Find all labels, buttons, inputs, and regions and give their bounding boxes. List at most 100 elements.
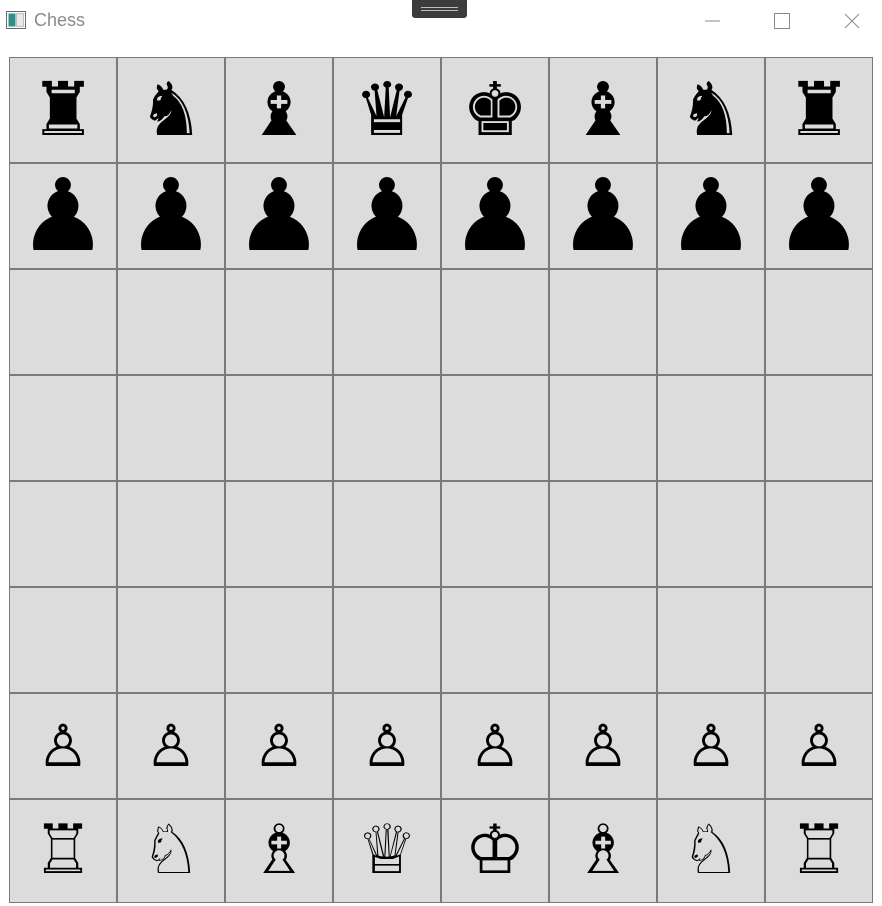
white-bishop-icon[interactable]: ♗ xyxy=(249,817,310,885)
black-pawn-icon[interactable]: ♟ xyxy=(450,166,540,266)
square-h3[interactable] xyxy=(765,587,873,693)
square-b1[interactable]: ♘ xyxy=(117,799,225,903)
square-a4[interactable] xyxy=(9,481,117,587)
white-rook-icon[interactable]: ♖ xyxy=(789,817,850,885)
black-rook-icon[interactable]: ♜ xyxy=(786,73,852,147)
square-d5[interactable] xyxy=(333,375,441,481)
black-pawn-icon[interactable]: ♟ xyxy=(18,166,108,266)
square-h7[interactable]: ♟ xyxy=(765,163,873,269)
square-e8[interactable]: ♚ xyxy=(441,57,549,163)
square-a5[interactable] xyxy=(9,375,117,481)
square-h4[interactable] xyxy=(765,481,873,587)
square-d2[interactable]: ♙ xyxy=(333,693,441,799)
square-h5[interactable] xyxy=(765,375,873,481)
square-a3[interactable] xyxy=(9,587,117,693)
square-g5[interactable] xyxy=(657,375,765,481)
square-f8[interactable]: ♝ xyxy=(549,57,657,163)
black-pawn-icon[interactable]: ♟ xyxy=(666,166,756,266)
maximize-icon[interactable] xyxy=(762,6,802,36)
white-rook-icon[interactable]: ♖ xyxy=(33,817,94,885)
square-b5[interactable] xyxy=(117,375,225,481)
square-b4[interactable] xyxy=(117,481,225,587)
white-bishop-icon[interactable]: ♗ xyxy=(573,817,634,885)
black-pawn-icon[interactable]: ♟ xyxy=(126,166,216,266)
square-a1[interactable]: ♖ xyxy=(9,799,117,903)
square-e2[interactable]: ♙ xyxy=(441,693,549,799)
drag-handle[interactable] xyxy=(412,0,467,18)
square-f1[interactable]: ♗ xyxy=(549,799,657,903)
square-f5[interactable] xyxy=(549,375,657,481)
black-king-icon[interactable]: ♚ xyxy=(462,73,528,147)
square-c1[interactable]: ♗ xyxy=(225,799,333,903)
square-a6[interactable] xyxy=(9,269,117,375)
square-g8[interactable]: ♞ xyxy=(657,57,765,163)
square-h2[interactable]: ♙ xyxy=(765,693,873,799)
black-bishop-icon[interactable]: ♝ xyxy=(246,73,312,147)
square-d1[interactable]: ♕ xyxy=(333,799,441,903)
white-knight-icon[interactable]: ♘ xyxy=(141,817,202,885)
square-g6[interactable] xyxy=(657,269,765,375)
square-h8[interactable]: ♜ xyxy=(765,57,873,163)
black-pawn-icon[interactable]: ♟ xyxy=(342,166,432,266)
square-a7[interactable]: ♟ xyxy=(9,163,117,269)
square-c4[interactable] xyxy=(225,481,333,587)
square-e5[interactable] xyxy=(441,375,549,481)
square-f6[interactable] xyxy=(549,269,657,375)
square-c8[interactable]: ♝ xyxy=(225,57,333,163)
square-f2[interactable]: ♙ xyxy=(549,693,657,799)
black-pawn-icon[interactable]: ♟ xyxy=(558,166,648,266)
square-c7[interactable]: ♟ xyxy=(225,163,333,269)
white-pawn-icon[interactable]: ♙ xyxy=(361,717,413,775)
square-e3[interactable] xyxy=(441,587,549,693)
white-knight-icon[interactable]: ♘ xyxy=(681,817,742,885)
square-e4[interactable] xyxy=(441,481,549,587)
square-a2[interactable]: ♙ xyxy=(9,693,117,799)
square-d7[interactable]: ♟ xyxy=(333,163,441,269)
square-b2[interactable]: ♙ xyxy=(117,693,225,799)
square-a8[interactable]: ♜ xyxy=(9,57,117,163)
square-e7[interactable]: ♟ xyxy=(441,163,549,269)
black-knight-icon[interactable]: ♞ xyxy=(678,73,744,147)
white-pawn-icon[interactable]: ♙ xyxy=(793,717,845,775)
white-pawn-icon[interactable]: ♙ xyxy=(37,717,89,775)
square-g7[interactable]: ♟ xyxy=(657,163,765,269)
black-queen-icon[interactable]: ♛ xyxy=(354,73,420,147)
square-d8[interactable]: ♛ xyxy=(333,57,441,163)
white-queen-icon[interactable]: ♕ xyxy=(357,817,418,885)
square-b6[interactable] xyxy=(117,269,225,375)
black-rook-icon[interactable]: ♜ xyxy=(30,73,96,147)
close-icon[interactable] xyxy=(832,6,872,36)
square-g4[interactable] xyxy=(657,481,765,587)
square-b7[interactable]: ♟ xyxy=(117,163,225,269)
white-pawn-icon[interactable]: ♙ xyxy=(145,717,197,775)
square-h1[interactable]: ♖ xyxy=(765,799,873,903)
square-f3[interactable] xyxy=(549,587,657,693)
minimize-icon[interactable] xyxy=(692,6,732,36)
square-f4[interactable] xyxy=(549,481,657,587)
square-e6[interactable] xyxy=(441,269,549,375)
black-knight-icon[interactable]: ♞ xyxy=(138,73,204,147)
square-d3[interactable] xyxy=(333,587,441,693)
black-bishop-icon[interactable]: ♝ xyxy=(570,73,636,147)
square-g2[interactable]: ♙ xyxy=(657,693,765,799)
square-b8[interactable]: ♞ xyxy=(117,57,225,163)
square-h6[interactable] xyxy=(765,269,873,375)
white-pawn-icon[interactable]: ♙ xyxy=(253,717,305,775)
square-c5[interactable] xyxy=(225,375,333,481)
square-c2[interactable]: ♙ xyxy=(225,693,333,799)
title-bar[interactable]: Chess xyxy=(0,0,882,44)
white-pawn-icon[interactable]: ♙ xyxy=(469,717,521,775)
square-d6[interactable] xyxy=(333,269,441,375)
square-g3[interactable] xyxy=(657,587,765,693)
white-pawn-icon[interactable]: ♙ xyxy=(685,717,737,775)
white-king-icon[interactable]: ♔ xyxy=(465,817,526,885)
white-pawn-icon[interactable]: ♙ xyxy=(577,717,629,775)
square-c3[interactable] xyxy=(225,587,333,693)
square-e1[interactable]: ♔ xyxy=(441,799,549,903)
square-g1[interactable]: ♘ xyxy=(657,799,765,903)
black-pawn-icon[interactable]: ♟ xyxy=(774,166,864,266)
black-pawn-icon[interactable]: ♟ xyxy=(234,166,324,266)
square-d4[interactable] xyxy=(333,481,441,587)
square-c6[interactable] xyxy=(225,269,333,375)
square-b3[interactable] xyxy=(117,587,225,693)
